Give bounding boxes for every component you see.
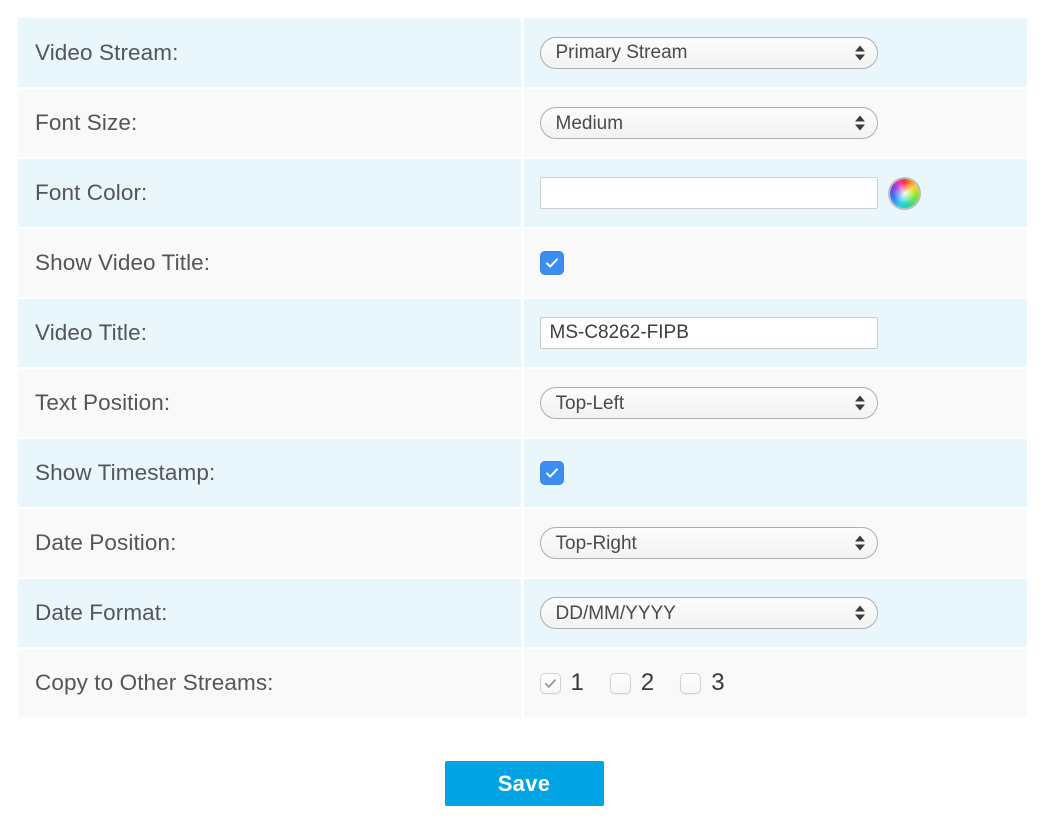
- stream-1-checkbox: [540, 673, 561, 694]
- value-cell-show-video-title: [522, 228, 1027, 298]
- value-wrapper: Top-Right: [540, 527, 1018, 559]
- check-icon: [543, 676, 558, 691]
- stream-2-checkbox[interactable]: [610, 673, 631, 694]
- chevron-up-icon: [855, 396, 865, 402]
- settings-table: Video Stream: Primary Stream Font Size: Med…: [18, 18, 1027, 719]
- stream-option-2: 2: [610, 671, 654, 695]
- settings-row: Show Video Title:: [18, 228, 1027, 298]
- select-stepper-arrows-icon: [855, 45, 865, 60]
- date-position-selected-value: Top-Right: [541, 534, 846, 553]
- label-video-title: Video Title:: [18, 298, 522, 368]
- chevron-down-icon: [855, 405, 865, 411]
- save-button[interactable]: Save: [445, 761, 604, 806]
- select-stepper-arrows-icon: [855, 116, 865, 131]
- value-cell-show-timestamp: [522, 438, 1027, 508]
- value-wrapper: [540, 317, 1018, 349]
- date-format-selected-value: DD/MM/YYYY: [541, 604, 846, 623]
- label-show-timestamp: Show Timestamp:: [18, 438, 522, 508]
- osd-settings-page: Video Stream: Primary Stream Font Size: Med…: [0, 0, 1048, 836]
- value-cell-font-size: Medium: [522, 88, 1027, 158]
- chevron-up-icon: [855, 606, 865, 612]
- select-stepper-arrows-icon: [855, 396, 865, 411]
- chevron-down-icon: [855, 545, 865, 551]
- label-video-stream: Video Stream:: [18, 18, 522, 88]
- select-stepper-arrows-icon: [855, 536, 865, 551]
- value-cell-font-color: [522, 158, 1027, 228]
- chevron-down-icon: [855, 125, 865, 131]
- value-wrapper: DD/MM/YYYY: [540, 597, 1018, 629]
- stream-3-checkbox[interactable]: [680, 673, 701, 694]
- label-date-format: Date Format:: [18, 578, 522, 648]
- chevron-up-icon: [855, 116, 865, 122]
- stream-option-1: 1: [540, 671, 584, 695]
- font-size-selected-value: Medium: [541, 114, 846, 133]
- value-cell-date-format: DD/MM/YYYY: [522, 578, 1027, 648]
- settings-row: Video Title:: [18, 298, 1027, 368]
- settings-row: Video Stream: Primary Stream: [18, 18, 1027, 88]
- stream-1-label: 1: [571, 671, 584, 695]
- label-font-color: Font Color:: [18, 158, 522, 228]
- settings-row: Copy to Other Streams: 1 2 3: [18, 648, 1027, 718]
- value-cell-date-position: Top-Right: [522, 508, 1027, 578]
- show-video-title-checkbox[interactable]: [540, 251, 564, 275]
- settings-row: Show Timestamp:: [18, 438, 1027, 508]
- video-stream-selected-value: Primary Stream: [541, 43, 846, 62]
- stream-2-label: 2: [641, 671, 654, 695]
- settings-row: Font Color:: [18, 158, 1027, 228]
- stream-checkbox-group: 1 2 3: [540, 671, 751, 695]
- font-size-select[interactable]: Medium: [540, 107, 878, 139]
- value-cell-video-title: [522, 298, 1027, 368]
- settings-row: Date Format: DD/MM/YYYY: [18, 578, 1027, 648]
- save-button-container: Save: [0, 761, 1048, 806]
- value-wrapper: Primary Stream: [540, 37, 1018, 69]
- value-wrapper: Medium: [540, 107, 1018, 139]
- check-icon: [544, 255, 560, 271]
- label-font-size: Font Size:: [18, 88, 522, 158]
- settings-row: Text Position: Top-Left: [18, 368, 1027, 438]
- text-position-select[interactable]: Top-Left: [540, 387, 878, 419]
- video-stream-select[interactable]: Primary Stream: [540, 37, 878, 69]
- chevron-down-icon: [855, 54, 865, 60]
- stream-3-label: 3: [711, 671, 724, 695]
- date-position-select[interactable]: Top-Right: [540, 527, 878, 559]
- select-stepper-arrows-icon: [855, 606, 865, 621]
- label-date-position: Date Position:: [18, 508, 522, 578]
- label-text-position: Text Position:: [18, 368, 522, 438]
- settings-row: Font Size: Medium: [18, 88, 1027, 158]
- value-wrapper: [540, 251, 1018, 275]
- value-cell-text-position: Top-Left: [522, 368, 1027, 438]
- color-wheel-icon[interactable]: [890, 179, 919, 208]
- chevron-down-icon: [855, 615, 865, 621]
- value-wrapper: 1 2 3: [540, 671, 1018, 695]
- value-cell-video-stream: Primary Stream: [522, 18, 1027, 88]
- chevron-up-icon: [855, 536, 865, 542]
- show-timestamp-checkbox[interactable]: [540, 461, 564, 485]
- value-wrapper: Top-Left: [540, 387, 1018, 419]
- stream-option-3: 3: [680, 671, 724, 695]
- font-color-input[interactable]: [540, 177, 878, 209]
- label-copy-to-other-streams: Copy to Other Streams:: [18, 648, 522, 718]
- text-position-selected-value: Top-Left: [541, 394, 846, 413]
- value-cell-copy-to-other-streams: 1 2 3: [522, 648, 1027, 718]
- label-show-video-title: Show Video Title:: [18, 228, 522, 298]
- check-icon: [544, 465, 560, 481]
- value-wrapper: [540, 461, 1018, 485]
- settings-row: Date Position: Top-Right: [18, 508, 1027, 578]
- chevron-up-icon: [855, 45, 865, 51]
- value-wrapper: [540, 177, 1018, 209]
- date-format-select[interactable]: DD/MM/YYYY: [540, 597, 878, 629]
- video-title-input[interactable]: [540, 317, 878, 349]
